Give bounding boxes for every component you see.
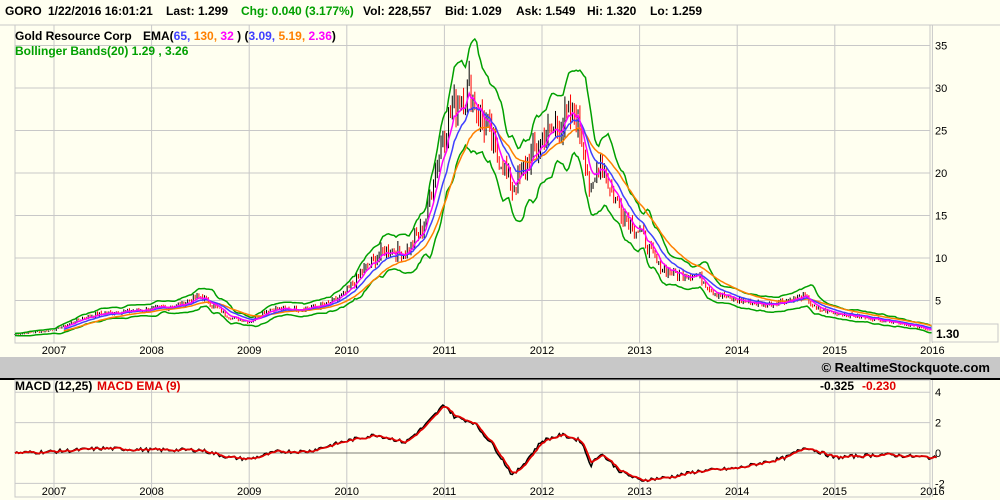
x-tick-label: 2007	[42, 345, 66, 357]
ema-period-32: 32	[220, 29, 234, 43]
x-tick-label: 2012	[530, 345, 554, 357]
x-tick-label: 2009	[237, 486, 261, 498]
x-tick-label: 2007	[42, 486, 66, 498]
x-tick-label: 2011	[433, 345, 457, 357]
y-tick-label: 30	[935, 83, 947, 95]
bid: Bid: 1.029	[445, 4, 502, 18]
company-name: Gold Resource Corp	[15, 29, 132, 43]
volume: Vol: 228,557	[363, 4, 432, 18]
high: Hi: 1.320	[587, 4, 637, 18]
y-tick-label: 25	[935, 126, 947, 138]
x-tick-label: 2011	[433, 486, 457, 498]
x-tick-label: 2015	[823, 486, 847, 498]
ema-value-130: 5.19,	[279, 29, 306, 43]
x-tick-label: 2014	[725, 486, 749, 498]
macd-signal-label: MACD EMA (9)	[97, 379, 181, 393]
x-tick-label: 2010	[335, 345, 359, 357]
y-tick-label: 5	[935, 296, 941, 308]
y-tick-label: 20	[935, 168, 947, 180]
bollinger-legend: Bollinger Bands(20) 1.29 , 3.26	[15, 44, 189, 58]
ema-period-65: 65,	[174, 29, 191, 43]
symbol: GORO	[5, 4, 42, 18]
x-tick-label: 2013	[627, 486, 651, 498]
x-tick-label: 2015	[823, 345, 847, 357]
x-tick-label: 2012	[530, 486, 554, 498]
ema-value-32: 2.36	[309, 29, 333, 43]
macd-plot-area	[14, 379, 931, 498]
low: Lo: 1.259	[650, 4, 702, 18]
ema-period-130: 130,	[194, 29, 217, 43]
macd-value: -0.325	[820, 379, 854, 393]
x-tick-label: 2016	[920, 345, 944, 357]
x-tick-label: 2014	[725, 345, 749, 357]
change: Chg: 0.040 (3.177%)	[241, 4, 354, 18]
macd-label: MACD (12,25)	[15, 379, 92, 393]
x-tick-label: 2009	[237, 345, 261, 357]
x-tick-label: 2008	[139, 345, 163, 357]
x-tick-label: 2008	[139, 486, 163, 498]
ask: Ask: 1.549	[516, 4, 576, 18]
ema-label: EMA(	[143, 29, 174, 43]
x-tick-label: 2013	[627, 345, 651, 357]
y-tick-label: 15	[935, 211, 947, 223]
y-tick-label: 10	[935, 253, 947, 265]
ema-legend: EMA(65, 130, 32 ) (3.09, 5.19, 2.36)	[143, 29, 336, 43]
ema-close2: )	[332, 29, 336, 43]
y-tick-label: 35	[935, 41, 947, 53]
last-price: Last: 1.299	[166, 4, 228, 18]
stock-chart: GORO 1/22/2016 16:01:21 Last: 1.299 Chg:…	[0, 0, 1000, 500]
ema-close: )	[237, 29, 241, 43]
y-tick-label: 4	[935, 387, 941, 399]
x-tick-label: 2010	[335, 486, 359, 498]
last-price-label: 1.30	[936, 327, 960, 341]
quote-header: GORO 1/22/2016 16:01:21 Last: 1.299 Chg:…	[5, 4, 702, 18]
ema-value-65: 3.09,	[248, 29, 275, 43]
datetime: 1/22/2016 16:01:21	[48, 4, 153, 18]
price-plot-area	[14, 24, 931, 344]
copyright: © RealtimeStockquote.com	[821, 360, 990, 375]
macd-signal-value: -0.230	[862, 379, 896, 393]
x-tick-label: 2016	[920, 486, 944, 498]
y-tick-label: 2	[935, 418, 941, 430]
